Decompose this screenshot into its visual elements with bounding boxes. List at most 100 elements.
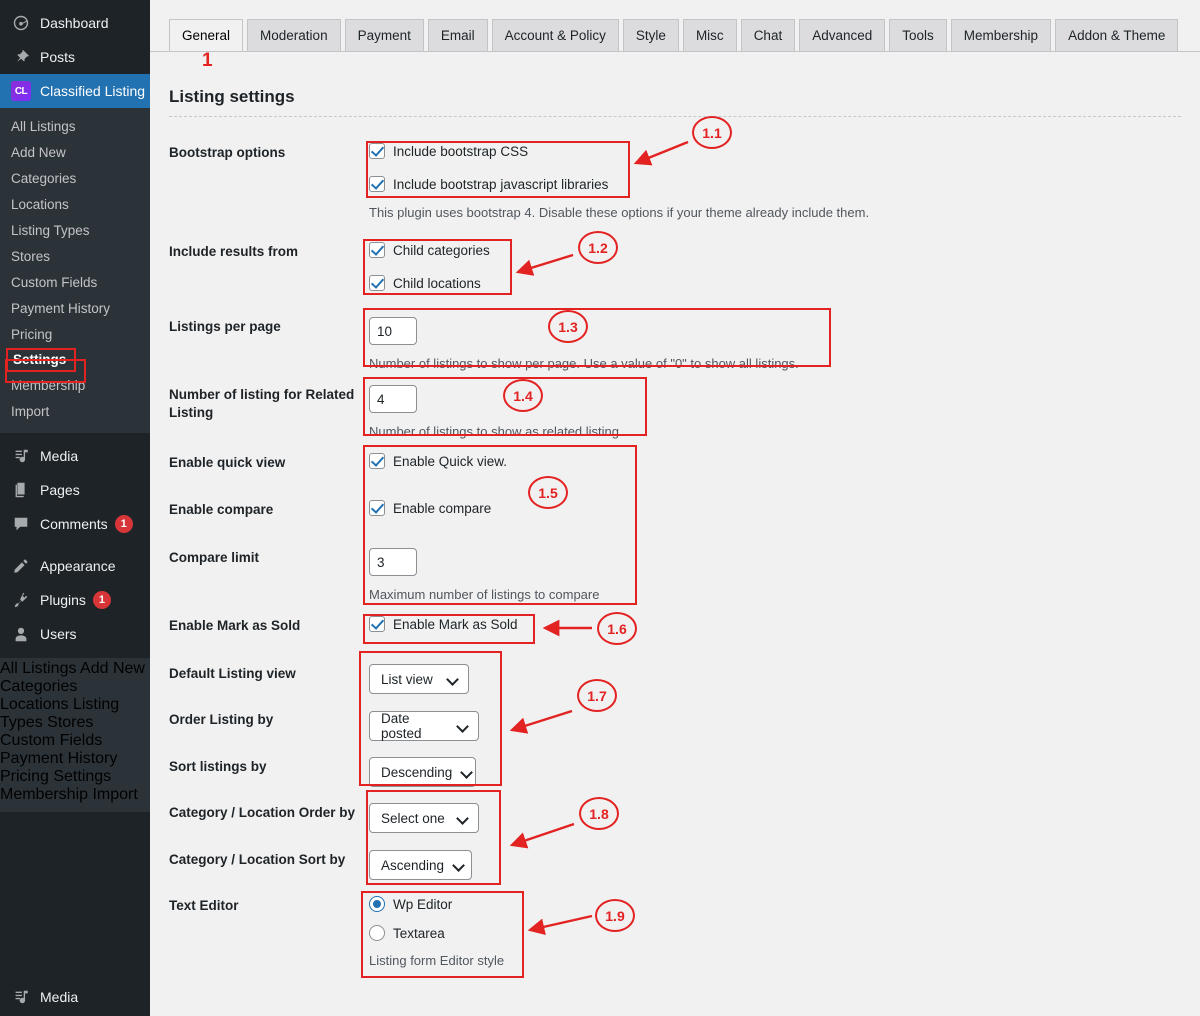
checkbox-child-categories[interactable]: Child categories [369, 242, 1181, 258]
row-cat-loc-order-by: Category / Location Order by Select one [169, 803, 1181, 833]
tab-membership[interactable]: Membership [950, 19, 1052, 51]
field-sort-listings-by: Descending [369, 757, 1181, 787]
sidebar-sub-membership[interactable]: Membership [0, 373, 150, 399]
checkbox-icon[interactable] [369, 143, 385, 159]
field-enable-compare: Enable compare [369, 500, 1181, 519]
checkbox-enable-compare[interactable]: Enable compare [369, 500, 1181, 516]
help-compare-limit: Maximum number of listings to compare [369, 587, 600, 602]
sidebar-sub-locations[interactable]: Locations [0, 192, 150, 218]
sidebar-overlay-import[interactable]: Import [92, 786, 137, 803]
sidebar-sub-listing-types[interactable]: Listing Types [0, 218, 150, 244]
cat-loc-sort-by-select[interactable]: Ascending [369, 850, 472, 880]
row-enable-compare: Enable compare Enable compare [169, 500, 1181, 519]
radio-wp-editor[interactable]: Wp Editor [369, 896, 1181, 912]
sidebar-overlay-all-listings[interactable]: All Listings [0, 660, 76, 677]
sidebar-overlay-locations[interactable]: Locations [0, 696, 69, 713]
checkbox-icon[interactable] [369, 275, 385, 291]
sidebar-item-media-bottom[interactable]: Media [0, 980, 150, 1014]
checkbox-icon[interactable] [369, 616, 385, 632]
row-sort-listings-by: Sort listings by Descending [169, 757, 1181, 787]
row-enable-quick-view: Enable quick view Enable Quick view. [169, 453, 1181, 472]
checkbox-enable-quick-view[interactable]: Enable Quick view. [369, 453, 1181, 469]
sidebar-sub-payment-history[interactable]: Payment History [0, 296, 150, 322]
label-listings-per-page: Listings per page [169, 319, 281, 334]
label-sort-listings-by: Sort listings by [169, 759, 267, 774]
sidebar-sub-all-listings[interactable]: All Listings [0, 114, 150, 140]
checkbox-child-locations[interactable]: Child locations [369, 275, 1181, 291]
checkbox-icon[interactable] [369, 500, 385, 516]
sidebar-item-posts[interactable]: Posts [0, 40, 150, 74]
sidebar-item-media[interactable]: Media [0, 439, 150, 473]
sidebar-sub-stores[interactable]: Stores [0, 244, 150, 270]
sidebar-item-users[interactable]: Users [0, 617, 150, 651]
tab-advanced[interactable]: Advanced [799, 19, 886, 51]
tab-chat[interactable]: Chat [740, 19, 796, 51]
field-cat-loc-order-by: Select one [369, 803, 1181, 833]
sidebar-overlay-custom-fields[interactable]: Custom Fields [0, 732, 102, 749]
classified-listing-submenu-overlay: All Listings Add New Categories Location… [0, 658, 150, 812]
sidebar-sub-custom-fields[interactable]: Custom Fields [0, 270, 150, 296]
checkbox-include-bootstrap-css[interactable]: Include bootstrap CSS [369, 143, 1181, 159]
sidebar-item-classified-listing[interactable]: CL Classified Listing [0, 74, 150, 108]
sidebar-overlay-categories[interactable]: Categories [0, 678, 77, 695]
help-listings-per-page: Number of listings to show per page. Use… [369, 356, 799, 371]
sidebar-item-label: Pages [40, 482, 80, 498]
sidebar-item-label: Users [40, 626, 77, 642]
row-bootstrap-options: Bootstrap options Include bootstrap CSS … [169, 143, 1181, 222]
classified-listing-submenu: All Listings Add New Categories Location… [0, 108, 150, 433]
checkbox-icon[interactable] [369, 453, 385, 469]
sidebar-overlay-add-new[interactable]: Add New [80, 660, 145, 677]
default-listing-view-select[interactable]: List view [369, 664, 469, 694]
sidebar-overlay-membership[interactable]: Membership [0, 786, 88, 803]
comments-icon [11, 514, 31, 534]
tab-addon-theme[interactable]: Addon & Theme [1055, 19, 1179, 51]
compare-limit-input[interactable] [369, 548, 417, 576]
checkbox-icon[interactable] [369, 242, 385, 258]
radio-icon[interactable] [369, 925, 385, 941]
checkbox-include-bootstrap-js[interactable]: Include bootstrap javascript libraries [369, 176, 1181, 192]
dashboard-icon [11, 13, 31, 33]
tab-moderation[interactable]: Moderation [247, 19, 341, 51]
tab-account-policy[interactable]: Account & Policy [491, 19, 619, 51]
plugins-icon [11, 590, 31, 610]
sidebar-sub-categories[interactable]: Categories [0, 166, 150, 192]
tab-payment[interactable]: Payment [344, 19, 424, 51]
settings-tabbar: General Moderation Payment Email Account… [150, 16, 1200, 52]
sidebar-item-appearance[interactable]: Appearance [0, 549, 150, 583]
sidebar-item-dashboard[interactable]: Dashboard [0, 6, 150, 40]
label-include-results: Include results from [169, 244, 299, 259]
sidebar-sub-add-new[interactable]: Add New [0, 140, 150, 166]
sidebar-item-pages[interactable]: Pages [0, 473, 150, 507]
sidebar-overlay-pricing[interactable]: Pricing [0, 768, 49, 785]
sidebar-overlay-stores[interactable]: Stores [47, 714, 93, 731]
appearance-icon [11, 556, 31, 576]
tab-general[interactable]: General [169, 19, 244, 51]
checkbox-enable-mark-as-sold[interactable]: Enable Mark as Sold [369, 616, 1181, 632]
tab-style[interactable]: Style [622, 19, 679, 51]
radio-textarea[interactable]: Textarea [369, 925, 1181, 941]
pin-icon [11, 47, 31, 67]
chevron-down-icon [454, 860, 465, 871]
chevron-down-icon [458, 813, 469, 824]
tab-email[interactable]: Email [427, 19, 488, 51]
sidebar-overlay-settings[interactable]: Settings [53, 768, 111, 785]
field-mark-as-sold: Enable Mark as Sold [369, 616, 1181, 635]
sidebar-sub-settings[interactable]: Settings [6, 348, 77, 372]
tab-misc[interactable]: Misc [682, 19, 737, 51]
sidebar-overlay-payment-history[interactable]: Payment History [0, 750, 117, 767]
sidebar-sub-pricing[interactable]: Pricing [0, 322, 150, 348]
field-bootstrap-options: Include bootstrap CSS Include bootstrap … [369, 143, 1181, 222]
tab-tools[interactable]: Tools [889, 19, 947, 51]
listings-per-page-input[interactable] [369, 317, 417, 345]
related-listing-input[interactable] [369, 385, 417, 413]
cat-loc-order-by-select[interactable]: Select one [369, 803, 479, 833]
order-listing-by-select[interactable]: Date posted [369, 711, 479, 741]
sort-listings-by-select[interactable]: Descending [369, 757, 476, 787]
sidebar-sub-import[interactable]: Import [0, 399, 150, 425]
sidebar-item-plugins[interactable]: Plugins 1 [0, 583, 150, 617]
radio-icon[interactable] [369, 896, 385, 912]
checkbox-icon[interactable] [369, 176, 385, 192]
field-related-listing: Number of listings to show as related li… [369, 385, 1181, 441]
field-enable-quick-view: Enable Quick view. [369, 453, 1181, 472]
sidebar-item-comments[interactable]: Comments 1 [0, 507, 150, 541]
